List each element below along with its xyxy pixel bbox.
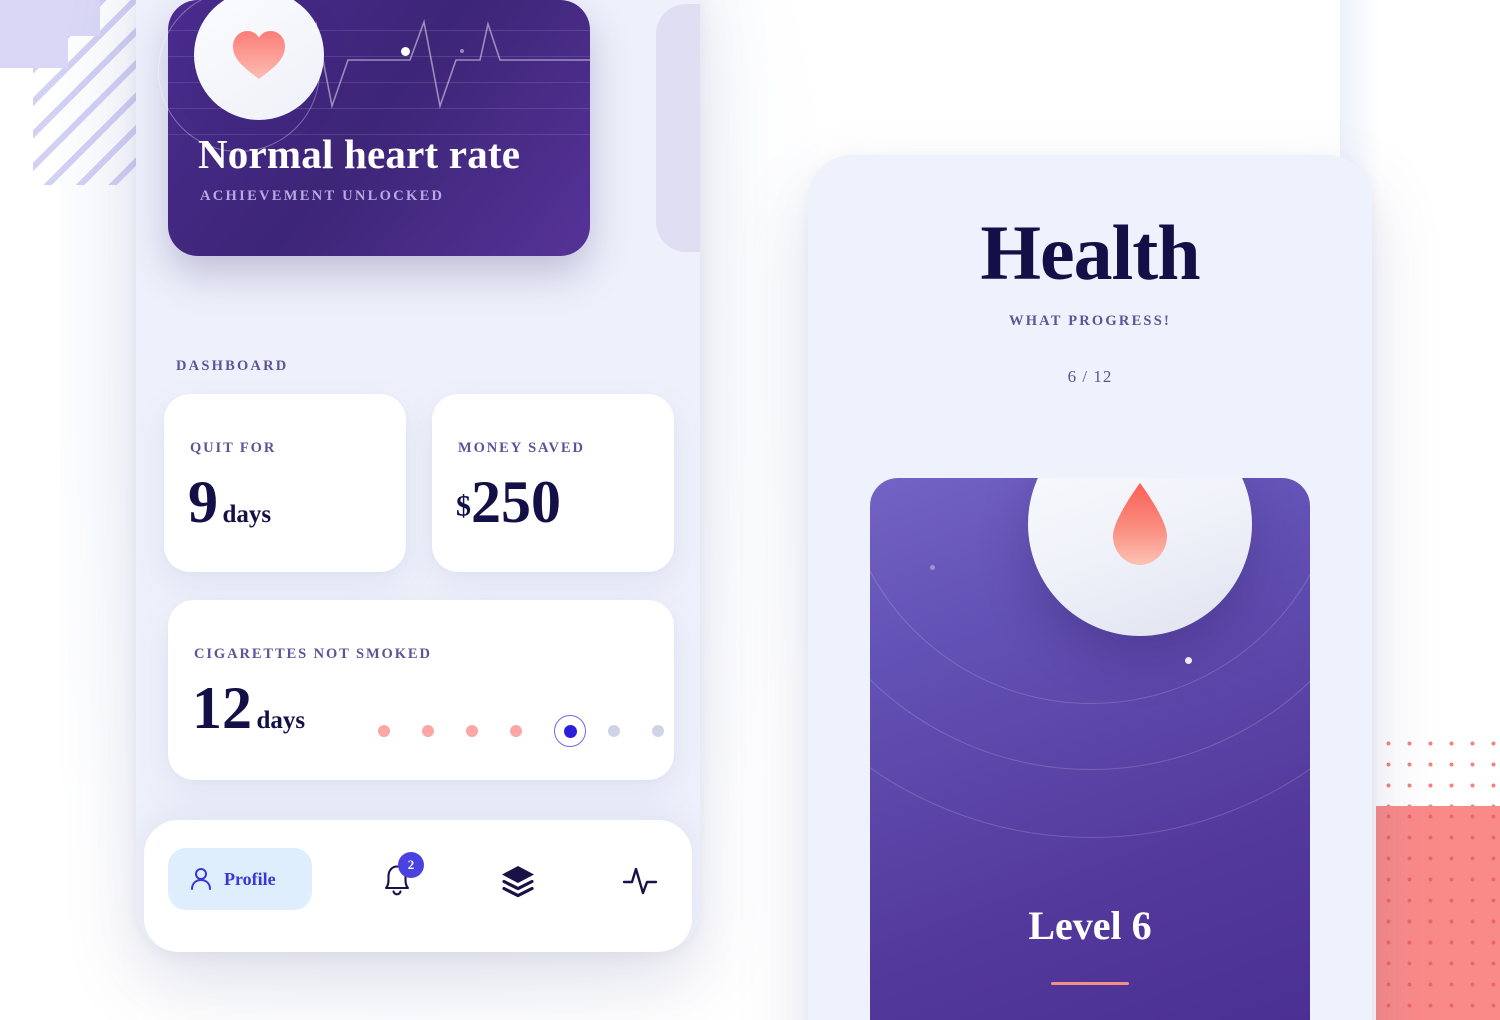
dot-grid-on-coral-decoration <box>1376 806 1500 1020</box>
cigarettes-label: CIGARETTES NOT SMOKED <box>194 646 432 662</box>
progress-dot[interactable] <box>652 725 664 737</box>
quit-for-card[interactable]: QUIT FOR 9 days <box>164 394 406 572</box>
currency-symbol: $ <box>456 489 471 523</box>
cigarettes-unit: days <box>256 707 306 734</box>
canvas: Normal heart rate ACHIEVEMENT UNLOCKED D… <box>0 0 1500 1020</box>
progress-dot[interactable] <box>608 725 620 737</box>
quit-for-value: 9 <box>188 469 218 535</box>
level-divider <box>1051 982 1129 985</box>
money-saved-value: 250 <box>471 469 561 535</box>
ekg-marker-dot-small <box>460 49 464 53</box>
dashboard-label: DASHBOARD <box>176 358 289 374</box>
ring-marker-dot <box>930 565 935 570</box>
bell-notification-badge: 2 <box>398 852 424 878</box>
level-description: There is no more nicotine in your blood. <box>930 1016 1250 1020</box>
nav-item-profile[interactable]: Profile <box>168 848 312 910</box>
progress-dot[interactable] <box>510 725 522 737</box>
quit-for-unit: days <box>222 501 272 528</box>
achievement-carousel[interactable]: Normal heart rate ACHIEVEMENT UNLOCKED <box>158 0 700 258</box>
page-title: Health <box>980 209 1200 296</box>
quit-for-label: QUIT FOR <box>190 440 277 456</box>
progress-dot[interactable] <box>422 725 434 737</box>
carousel-next-card[interactable] <box>656 4 700 252</box>
level-panel: Level 6 There is no more nicotine in you… <box>870 478 1310 1020</box>
ekg-marker-dot <box>401 47 410 56</box>
cigarettes-card[interactable]: CIGARETTES NOT SMOKED 12 days <box>168 600 674 780</box>
nav-profile-label: Profile <box>224 868 276 889</box>
money-saved-label: MONEY SAVED <box>458 440 585 456</box>
layers-icon[interactable] <box>496 860 540 900</box>
heart-icon <box>233 31 285 79</box>
level-title: Level 6 <box>1028 903 1152 948</box>
right-phone-screen: Health WHAT PROGRESS! 6 / 12 Level 6 <box>808 155 1372 1020</box>
blood-drop-icon <box>1113 483 1167 565</box>
activity-pulse-icon[interactable] <box>618 860 662 900</box>
progress-dots[interactable] <box>378 715 664 747</box>
left-phone-screen: Normal heart rate ACHIEVEMENT UNLOCKED D… <box>136 0 700 952</box>
achievement-subtitle: ACHIEVEMENT UNLOCKED <box>200 188 445 204</box>
page-subtitle: WHAT PROGRESS! <box>1009 313 1171 329</box>
cigarettes-value: 12 <box>192 675 252 741</box>
ring-marker-dot <box>1185 657 1192 664</box>
purple-square-decoration-2 <box>0 0 100 36</box>
bottom-navigation-bar: Profile 2 <box>144 820 692 952</box>
progress-dot[interactable] <box>466 725 478 737</box>
progress-dot[interactable] <box>378 725 390 737</box>
progress-dot-active[interactable] <box>554 715 586 747</box>
user-icon <box>191 868 211 890</box>
progress-counter: 6 / 12 <box>1067 367 1113 386</box>
money-saved-card[interactable]: MONEY SAVED $250 <box>432 394 674 572</box>
